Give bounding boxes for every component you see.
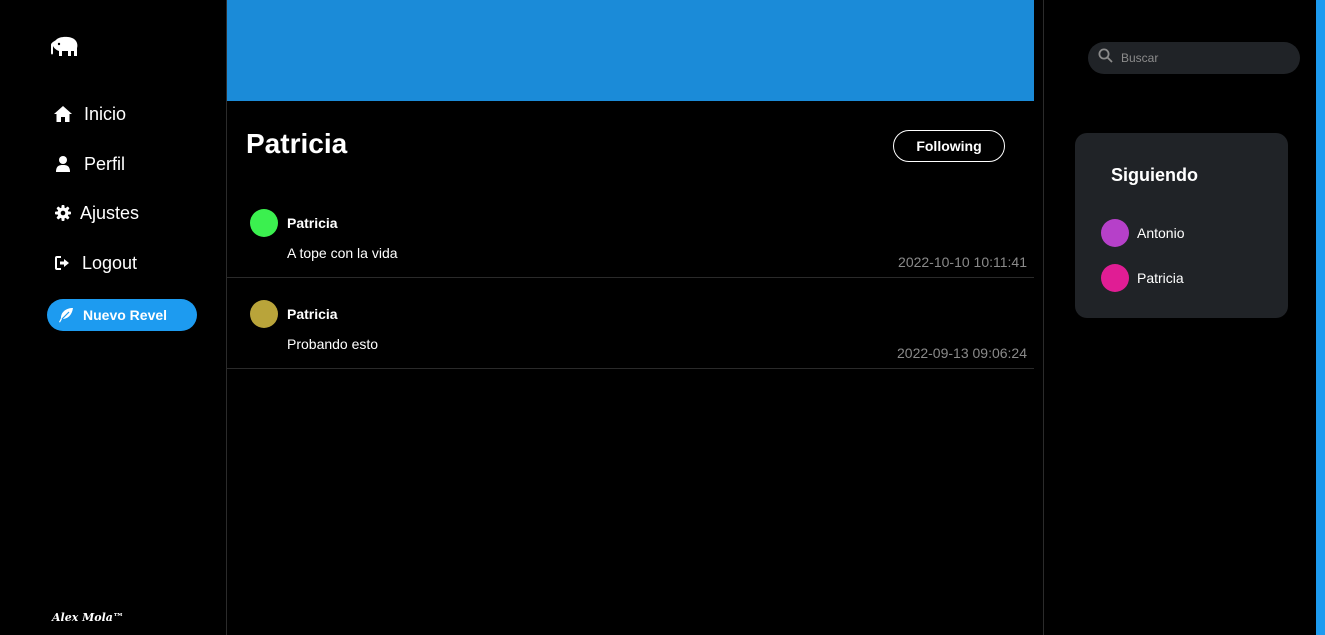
- nav-label: Ajustes: [80, 202, 140, 223]
- post-item[interactable]: Patricia Probando esto 2022-09-13 09:06:…: [227, 277, 1034, 369]
- new-revel-label: Nuevo Revel: [83, 307, 168, 323]
- post-text: Probando esto: [287, 336, 379, 352]
- user-icon: [52, 153, 74, 175]
- nav-item-logout[interactable]: Logout: [52, 250, 137, 276]
- nav-label: Logout: [82, 252, 138, 273]
- search-box[interactable]: [1088, 42, 1300, 74]
- logout-icon: [52, 252, 74, 274]
- post-author[interactable]: Patricia: [287, 306, 338, 322]
- following-user-name: Patricia: [1137, 270, 1184, 286]
- post-item[interactable]: Patricia A tope con la vida 2022-10-10 1…: [227, 186, 1034, 278]
- profile-banner: [227, 0, 1034, 101]
- nav-item-inicio[interactable]: Inicio: [52, 101, 126, 127]
- post-timestamp: 2022-10-10 10:11:41: [898, 254, 1027, 270]
- profile-name: Patricia: [246, 128, 348, 159]
- scrollbar[interactable]: [1316, 0, 1325, 635]
- following-user-name: Antonio: [1137, 225, 1185, 241]
- nav-item-ajustes[interactable]: Ajustes: [52, 200, 139, 226]
- left-sidebar: Inicio Perfil Ajustes Logout Nuevo Revel…: [0, 0, 227, 635]
- footer-signature: Alex Mola™: [52, 611, 124, 624]
- avatar: [1101, 264, 1129, 292]
- following-card: Siguiendo Antonio Patricia: [1075, 133, 1288, 318]
- following-user[interactable]: Patricia: [1101, 264, 1184, 292]
- home-icon: [52, 103, 74, 125]
- search-icon: [1098, 48, 1113, 68]
- avatar: [1101, 219, 1129, 247]
- avatar[interactable]: [250, 300, 278, 328]
- post-text: A tope con la vida: [287, 245, 398, 261]
- feather-icon: [57, 306, 75, 324]
- avatar[interactable]: [250, 209, 278, 237]
- nav-label: Inicio: [84, 103, 127, 124]
- following-title: Siguiendo: [1111, 165, 1198, 185]
- nav-label: Perfil: [84, 153, 126, 174]
- right-sidebar: Siguiendo Antonio Patricia: [1043, 0, 1316, 635]
- elephant-logo-icon[interactable]: [50, 36, 80, 62]
- search-input[interactable]: [1119, 50, 1289, 66]
- main-column: Patricia Following Patricia A tope con l…: [227, 0, 1034, 635]
- gear-icon: [52, 202, 74, 224]
- post-timestamp: 2022-09-13 09:06:24: [897, 345, 1027, 361]
- following-user[interactable]: Antonio: [1101, 219, 1184, 247]
- new-revel-button[interactable]: Nuevo Revel: [47, 299, 197, 331]
- post-author[interactable]: Patricia: [287, 215, 338, 231]
- nav-item-perfil[interactable]: Perfil: [52, 151, 125, 177]
- following-button[interactable]: Following: [893, 130, 1005, 162]
